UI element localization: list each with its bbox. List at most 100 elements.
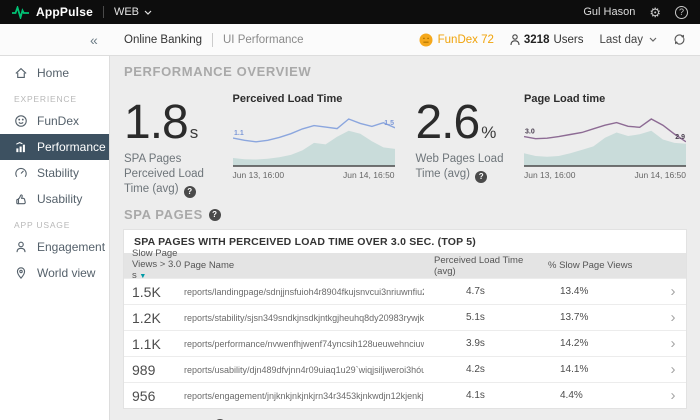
col-slow-percent[interactable]: % Slow Page Views xyxy=(544,260,660,271)
sidebar-item-label: World view xyxy=(37,266,95,280)
row-chevron-icon[interactable]: › xyxy=(660,310,686,325)
breadcrumb: Online Banking UI Performance xyxy=(124,33,304,47)
spa-load-metric: 1.8 s SPA Pages Perceived Load Time (avg… xyxy=(124,93,231,191)
table-row[interactable]: 1.2K reports/stability/sjsn349sndkjnsdkj… xyxy=(124,304,686,330)
sidebar-item-label: Home xyxy=(37,66,69,80)
sidebar-item-usability[interactable]: Usability xyxy=(0,186,109,212)
row-views: 989 xyxy=(124,362,184,378)
row-slow-percent: 14.1% xyxy=(544,364,660,375)
help-icon[interactable]: ? xyxy=(675,6,688,19)
breadcrumb-page[interactable]: UI Performance xyxy=(223,34,304,46)
users-label: Users xyxy=(553,34,583,46)
sidebar-item-stability[interactable]: Stability xyxy=(0,160,109,186)
col-views-line1: Slow Page xyxy=(132,248,177,259)
map-pin-icon xyxy=(14,266,28,280)
time-range-value: Last day xyxy=(600,34,643,46)
smiley-icon xyxy=(14,114,28,128)
breadcrumb-app[interactable]: Online Banking xyxy=(124,34,202,46)
row-slow-percent: 13.4% xyxy=(544,286,660,297)
col-perceived-load[interactable]: Perceived Load Time (avg) xyxy=(424,255,544,277)
sidebar-item-label: Engagement xyxy=(37,240,105,254)
sidebar-item-world-view[interactable]: World view xyxy=(0,260,109,286)
chevron-down-icon xyxy=(649,37,657,42)
sidebar-item-performance[interactable]: Performance xyxy=(0,134,109,160)
pulse-logo-icon xyxy=(12,6,29,19)
row-chevron-icon[interactable]: › xyxy=(660,388,686,403)
row-slow-percent: 14.2% xyxy=(544,338,660,349)
spa-pages-title-text: SPA PAGES xyxy=(124,207,203,222)
topbar-divider xyxy=(103,6,104,18)
spa-table-header: Slow Page Views > 3.0 s ▼ Page Name Perc… xyxy=(124,253,686,278)
row-load-time: 4.2s xyxy=(424,364,544,375)
sidebar-section-app-usage: APP USAGE xyxy=(0,212,109,234)
topbar: AppPulse WEB Gul Hason ⚙ ? xyxy=(0,0,700,24)
sidebar-item-engagement[interactable]: Engagement xyxy=(0,234,109,260)
x-tick-end: Jun 14, 16:50 xyxy=(634,170,686,180)
gear-icon[interactable]: ⚙ xyxy=(649,6,661,19)
table-row[interactable]: 989 reports/usability/djn489dfvjnn4r09ui… xyxy=(124,356,686,382)
breadcrumb-separator xyxy=(212,33,213,47)
metrics-row: 1.8 s SPA Pages Perceived Load Time (avg… xyxy=(124,93,686,191)
row-chevron-icon[interactable]: › xyxy=(660,336,686,351)
row-views: 956 xyxy=(124,388,184,404)
row-page-name: reports/performance/nvwenfhjwenf74yncsih… xyxy=(184,339,424,349)
spa-pages-title: SPA PAGES ? xyxy=(124,207,686,222)
fundex-score-label: FunDex 72 xyxy=(438,34,494,46)
row-load-time: 3.9s xyxy=(424,338,544,349)
sidebar-item-label: Performance xyxy=(37,140,106,154)
row-load-time: 5.1s xyxy=(424,312,544,323)
row-load-time: 4.1s xyxy=(424,390,544,401)
app-title: AppPulse xyxy=(36,5,93,19)
row-slow-percent: 13.7% xyxy=(544,312,660,323)
web-load-label: Web Pages Load Time (avg) xyxy=(415,153,503,180)
refresh-icon[interactable] xyxy=(673,33,686,46)
time-range-select[interactable]: Last day xyxy=(600,34,657,46)
user-icon xyxy=(510,34,520,46)
sidebar-item-label: Usability xyxy=(37,192,82,206)
fundex-score-badge[interactable]: FunDex 72 xyxy=(419,33,494,47)
module-selector[interactable]: WEB xyxy=(114,6,152,18)
main-content: PERFORMANCE OVERVIEW 1.8 s SPA Pages Per… xyxy=(110,56,700,420)
row-page-name: reports/landingpage/sdnjjnsfuioh4r8904fk… xyxy=(184,287,424,297)
users-badge[interactable]: 3218 Users xyxy=(510,34,584,46)
x-tick-start: Jun 13, 16:00 xyxy=(524,170,576,180)
svg-text:3.0: 3.0 xyxy=(525,129,535,136)
sidebar-item-home[interactable]: Home xyxy=(0,60,109,86)
sidebar: Home EXPERIENCE FunDex Performance Stabi… xyxy=(0,56,110,420)
gauge-icon xyxy=(14,166,28,180)
chevron-down-icon xyxy=(144,10,152,15)
sidebar-item-label: Stability xyxy=(37,166,79,180)
row-views: 1.5K xyxy=(124,284,184,300)
question-badge-icon[interactable]: ? xyxy=(209,209,221,221)
sidebar-section-experience: EXPERIENCE xyxy=(0,86,109,108)
row-page-name: reports/stability/sjsn349sndkjnsdkjntkgj… xyxy=(184,313,424,323)
col-page-name[interactable]: Page Name xyxy=(184,260,424,271)
row-views: 1.2K xyxy=(124,310,184,326)
col-slow-page-views[interactable]: Slow Page Views > 3.0 s ▼ xyxy=(124,249,184,282)
chart-title: Perceived Load Time xyxy=(233,93,395,105)
row-chevron-icon[interactable]: › xyxy=(660,362,686,377)
web-load-unit: % xyxy=(481,123,496,143)
sidebar-item-label: FunDex xyxy=(37,114,79,128)
question-badge-icon[interactable]: ? xyxy=(475,171,487,183)
question-badge-icon[interactable]: ? xyxy=(184,186,196,198)
sidebar-item-fundex[interactable]: FunDex xyxy=(0,108,109,134)
table-row[interactable]: 1.5K reports/landingpage/sdnjjnsfuioh4r8… xyxy=(124,278,686,304)
row-slow-percent: 4.4% xyxy=(544,390,660,401)
svg-text:1.5: 1.5 xyxy=(384,120,394,127)
collapse-sidebar-icon[interactable]: « xyxy=(90,24,98,56)
table-row[interactable]: 956 reports/engagement/jnjknkjnkjnkjrn34… xyxy=(124,382,686,408)
web-load-metric: 2.6 % Web Pages Load Time (avg) ? xyxy=(415,93,522,191)
sort-desc-icon: ▼ xyxy=(139,273,146,280)
spa-pages-card: SPA PAGES WITH PERCEIVED LOAD TIME OVER … xyxy=(124,230,686,408)
web-load-value: 2.6 xyxy=(415,99,479,147)
row-page-name: reports/usability/djn489dfvjnn4r09uiaq1u… xyxy=(184,365,424,375)
row-chevron-icon[interactable]: › xyxy=(660,284,686,299)
fundex-face-icon xyxy=(419,33,433,47)
spa-load-unit: s xyxy=(190,123,199,143)
table-row[interactable]: 1.1K reports/performance/nvwenfhjwenf74y… xyxy=(124,330,686,356)
thumb-icon xyxy=(14,192,28,206)
user-name[interactable]: Gul Hason xyxy=(583,6,635,18)
page-load-time-sparkline: 3.02.9 xyxy=(524,111,686,167)
perceived-load-time-chart: Perceived Load Time 1.11.5 Jun 13, 16:00… xyxy=(233,93,395,191)
